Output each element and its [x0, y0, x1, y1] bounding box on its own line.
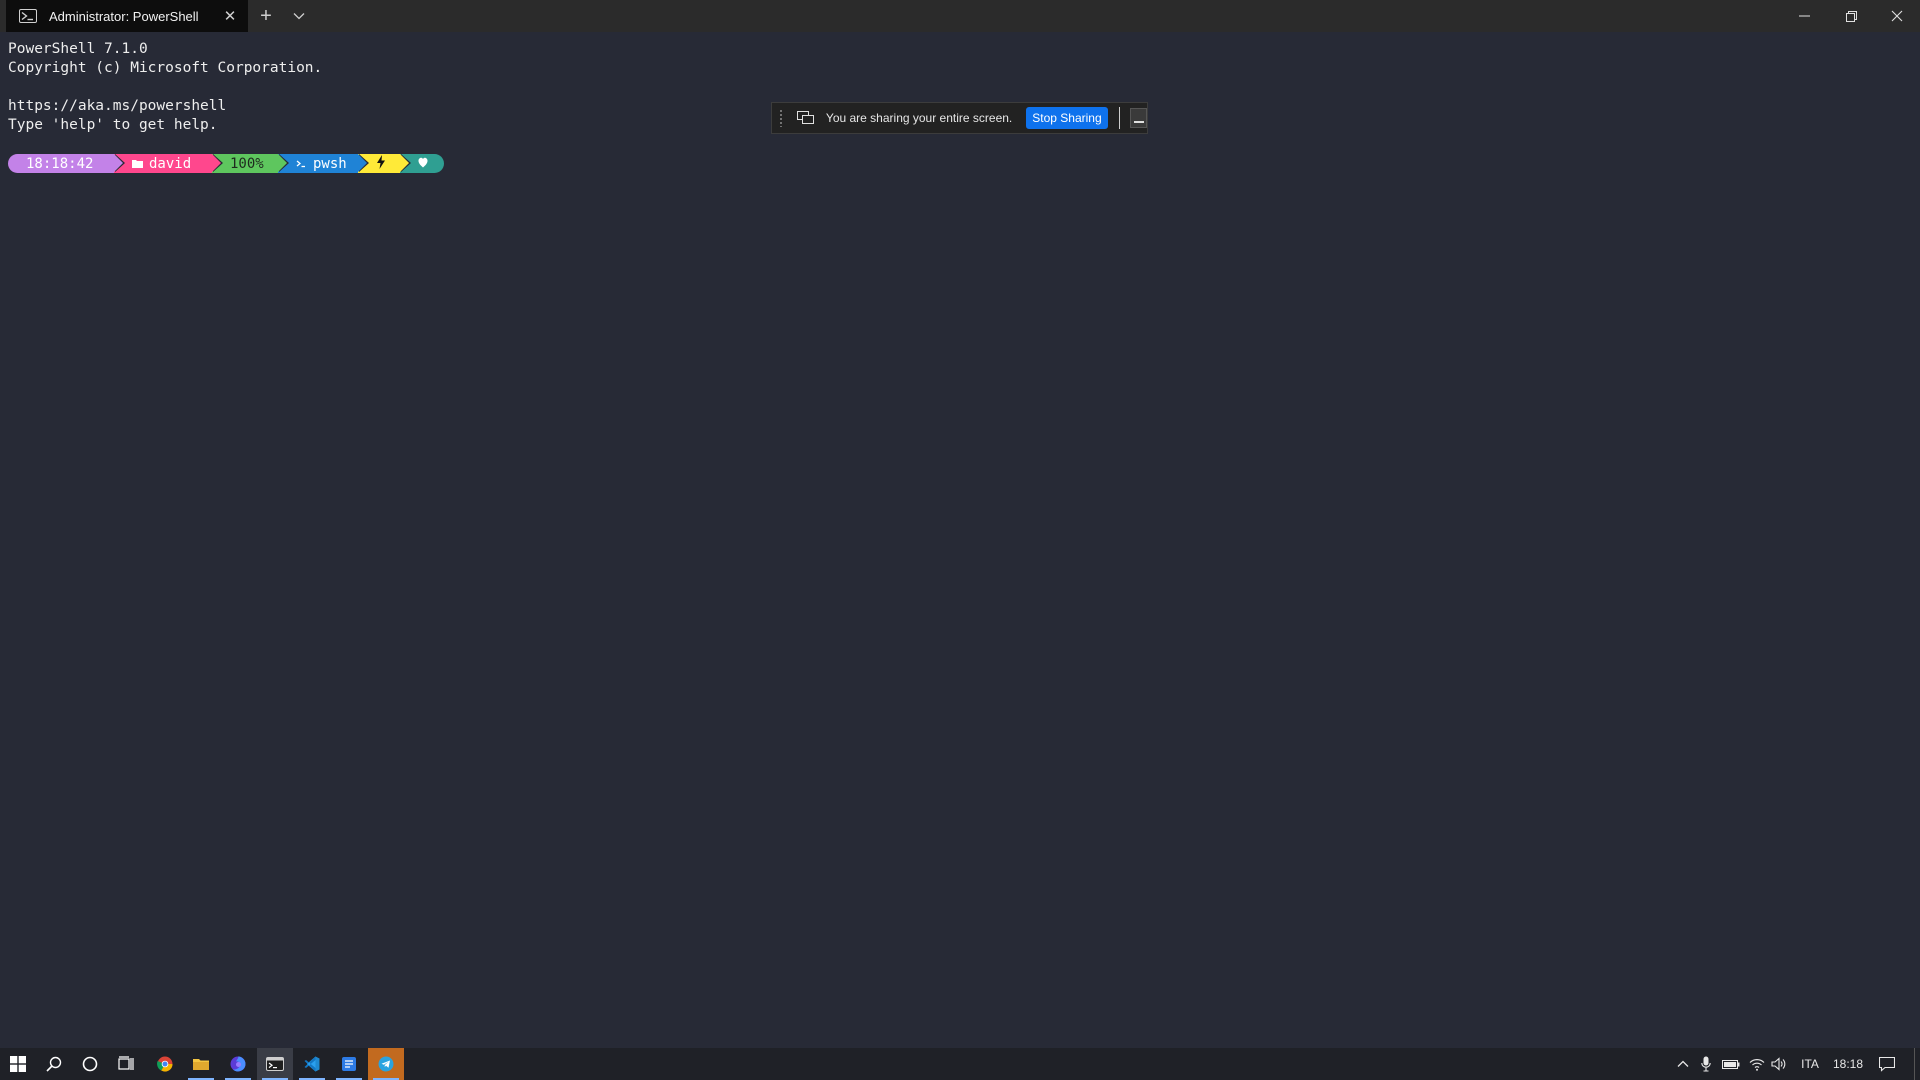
notes-icon[interactable]	[331, 1048, 367, 1080]
windows-start-icon[interactable]	[0, 1048, 36, 1080]
show-desktop-button[interactable]	[1914, 1048, 1915, 1080]
microphone-icon[interactable]	[1696, 1048, 1716, 1080]
shell-prompt: 18:18:42 david 100% pwsh	[8, 154, 444, 173]
chrome-icon[interactable]	[147, 1048, 183, 1080]
prompt-path-segment: david	[114, 154, 223, 173]
chevron-down-icon[interactable]	[287, 4, 311, 28]
input-language[interactable]: ITA	[1796, 1048, 1824, 1080]
telegram-icon[interactable]	[368, 1048, 404, 1080]
system-clock[interactable]: 18:18	[1828, 1048, 1868, 1080]
terminal-line: https://aka.ms/powershell	[8, 98, 227, 114]
prompt-shell-segment: pwsh	[278, 154, 369, 173]
prompt-battery: 100%	[230, 155, 264, 172]
close-tab-icon[interactable]: ✕	[220, 6, 240, 26]
minimize-toolbar-button[interactable]	[1130, 108, 1147, 128]
terminal-output[interactable]: PowerShell 7.1.0 Copyright (c) Microsoft…	[8, 40, 322, 135]
restore-button[interactable]	[1828, 0, 1874, 32]
heart-icon	[418, 156, 428, 172]
title-bar: Administrator: PowerShell ✕ +	[0, 0, 1920, 32]
minimize-button[interactable]	[1781, 0, 1827, 32]
sharing-message: You are sharing your entire screen.	[825, 111, 1013, 125]
search-icon[interactable]	[36, 1048, 72, 1080]
drag-handle-icon[interactable]	[779, 109, 782, 127]
volume-icon[interactable]	[1768, 1048, 1790, 1080]
new-tab-button[interactable]: +	[254, 4, 278, 28]
terminal-line: PowerShell 7.1.0	[8, 41, 148, 57]
prompt-time: 18:18:42	[26, 155, 94, 172]
battery-icon[interactable]	[1719, 1048, 1743, 1080]
lightning-icon	[376, 154, 386, 173]
close-window-button[interactable]	[1874, 0, 1920, 32]
notification-center-icon[interactable]	[1872, 1048, 1902, 1080]
screen-sharing-toolbar: You are sharing your entire screen. Stop…	[771, 102, 1148, 134]
folder-icon	[132, 159, 143, 168]
prompt-path: david	[149, 155, 192, 172]
screen-share-icon	[796, 111, 814, 125]
file-explorer-icon[interactable]	[183, 1048, 219, 1080]
taskbar: ITA 18:18	[0, 1048, 1920, 1080]
cortana-icon[interactable]	[72, 1048, 108, 1080]
tab-title: Administrator: PowerShell	[49, 8, 199, 24]
firefox-icon[interactable]	[220, 1048, 256, 1080]
terminal-line: Type 'help' to get help.	[8, 117, 218, 133]
powershell-icon	[19, 9, 37, 23]
stop-sharing-button[interactable]: Stop Sharing	[1026, 107, 1108, 129]
toolbar-divider	[1118, 107, 1120, 129]
prompt-shell: pwsh	[313, 155, 347, 172]
task-view-icon[interactable]	[108, 1048, 144, 1080]
chevron-up-icon[interactable]	[1672, 1048, 1694, 1080]
terminal-line: Copyright (c) Microsoft Corporation.	[8, 60, 323, 76]
terminal-icon	[296, 159, 307, 168]
wifi-icon[interactable]	[1745, 1048, 1769, 1080]
vscode-icon[interactable]	[294, 1048, 330, 1080]
prompt-time-segment: 18:18:42	[8, 154, 125, 173]
tab-powershell[interactable]: Administrator: PowerShell ✕	[6, 0, 248, 32]
windows-terminal-icon[interactable]	[257, 1048, 293, 1080]
